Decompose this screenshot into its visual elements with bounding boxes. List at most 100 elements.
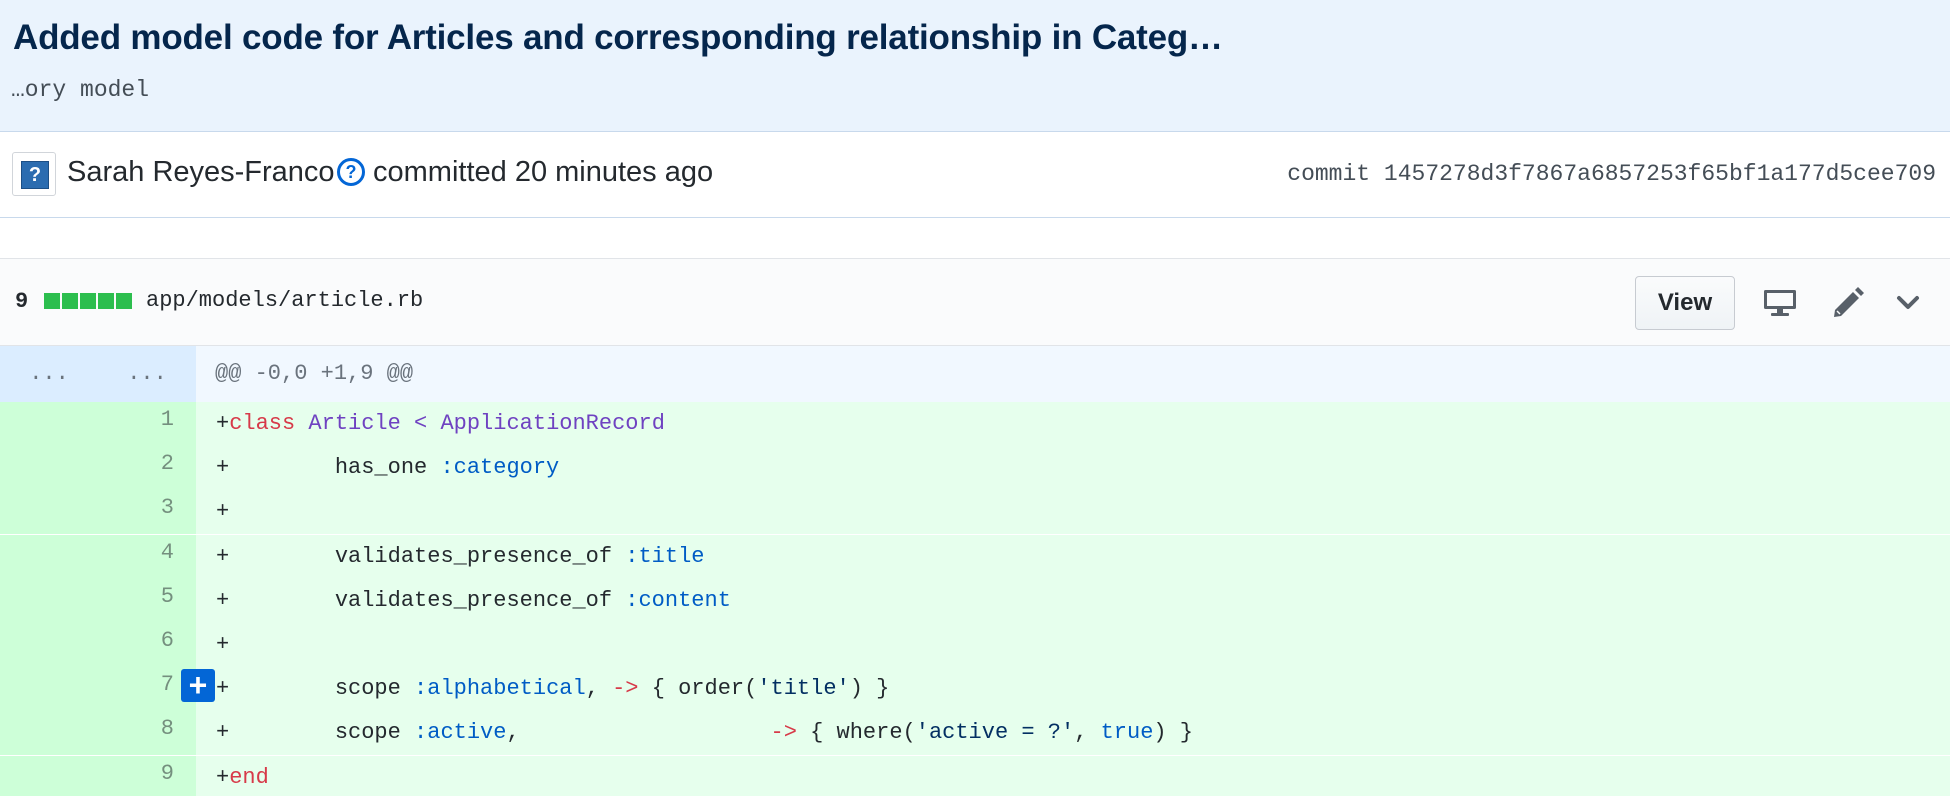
code-token: < bbox=[400, 411, 441, 436]
code-token: , bbox=[506, 720, 771, 746]
diff-code: + validates_presence_of :content bbox=[196, 578, 1950, 623]
diff-line: 8 + scope :active, -> { where('active = ?… bbox=[0, 711, 1950, 756]
old-line-number[interactable] bbox=[0, 667, 98, 712]
code-token: { order( bbox=[638, 676, 758, 702]
diff-line: 1 +class Article < ApplicationRecord bbox=[0, 402, 1950, 446]
old-line-number[interactable] bbox=[0, 623, 98, 667]
code-token: :title bbox=[625, 543, 705, 569]
code-token: true bbox=[1100, 720, 1154, 746]
file-path[interactable]: app/models/article.rb bbox=[146, 288, 423, 313]
new-line-number[interactable]: 8 bbox=[98, 711, 196, 756]
old-line-number[interactable] bbox=[0, 446, 98, 491]
expand-up-button[interactable]: ... bbox=[0, 346, 98, 402]
diffstat-block bbox=[44, 293, 60, 309]
avatar-placeholder-icon: ? bbox=[21, 161, 49, 189]
old-line-number[interactable] bbox=[0, 755, 98, 796]
code-token: 'active = ?' bbox=[915, 720, 1075, 746]
commit-sha[interactable]: 1457278d3f7867a6857253f65bf1a177d5cee709 bbox=[1384, 161, 1936, 187]
diff-line: 6 + bbox=[0, 623, 1950, 667]
diffstat-block bbox=[98, 293, 114, 309]
code-token: + bbox=[216, 587, 230, 613]
diffstat-block bbox=[116, 293, 132, 309]
view-file-button[interactable]: View bbox=[1635, 276, 1735, 330]
avatar[interactable]: ? bbox=[12, 152, 56, 196]
diff-line: 5 + validates_presence_of :content bbox=[0, 578, 1950, 623]
commit-meta: ? Sarah Reyes-Franco ? committed 20 minu… bbox=[0, 132, 1950, 218]
hunk-header: @@ -0,0 +1,9 @@ bbox=[196, 346, 1950, 402]
chevron-down-icon[interactable] bbox=[1890, 285, 1926, 319]
diff-code: + scope :alphabetical, -> { order('title… bbox=[196, 667, 1950, 712]
diff-table: ... ... @@ -0,0 +1,9 @@ 1 +class Article … bbox=[0, 346, 1950, 796]
old-line-number[interactable] bbox=[0, 490, 98, 535]
code-token: + bbox=[216, 499, 230, 525]
add-line-comment-button[interactable]: + bbox=[181, 669, 215, 702]
author-link[interactable]: Sarah Reyes-Franco bbox=[67, 156, 335, 189]
diff-line: 9 +end bbox=[0, 755, 1950, 796]
commit-sha-label: commit bbox=[1287, 161, 1371, 187]
diff-code: +class Article < ApplicationRecord bbox=[196, 402, 1950, 446]
code-token: ApplicationRecord bbox=[440, 411, 665, 436]
code-token: :category bbox=[440, 455, 560, 481]
code-token: + bbox=[216, 720, 230, 746]
old-line-number[interactable] bbox=[0, 534, 98, 579]
code-token: + bbox=[216, 411, 230, 436]
code-token: + bbox=[216, 455, 230, 481]
code-token: validates_presence_of bbox=[229, 587, 626, 613]
code-token: -> bbox=[612, 676, 639, 702]
commit-sha-block: commit 1457278d3f7867a6857253f65bf1a177d… bbox=[1287, 161, 1936, 187]
diff-line: 4 + validates_presence_of :title bbox=[0, 534, 1950, 579]
diff-code: + bbox=[196, 623, 1950, 667]
diff-code: + has_one :category bbox=[196, 446, 1950, 491]
code-token: ) } bbox=[1153, 720, 1194, 746]
diff-line: 7 + scope :alphabetical, -> { order('titl… bbox=[0, 667, 1950, 712]
code-token: { where( bbox=[796, 720, 916, 746]
code-token: 'title' bbox=[757, 676, 850, 702]
code-token: :content bbox=[625, 587, 731, 613]
hunk-header-row: ... ... @@ -0,0 +1,9 @@ bbox=[0, 346, 1950, 402]
spacer bbox=[0, 218, 1950, 258]
code-token: Article bbox=[308, 411, 401, 436]
diffstat-block bbox=[62, 293, 78, 309]
diffstat-block bbox=[80, 293, 96, 309]
code-token: , bbox=[585, 676, 613, 702]
help-icon[interactable]: ? bbox=[337, 158, 365, 186]
diff-line: 3 + bbox=[0, 490, 1950, 535]
code-token: + bbox=[216, 676, 230, 702]
code-token: ) } bbox=[849, 676, 890, 702]
commit-title-block: Added model code for Articles and corres… bbox=[0, 0, 1950, 132]
new-line-number[interactable]: 2 bbox=[98, 446, 196, 491]
code-token: + bbox=[216, 764, 230, 790]
display-icon[interactable] bbox=[1762, 285, 1798, 319]
old-line-number[interactable] bbox=[0, 711, 98, 756]
commit-description: …ory model bbox=[11, 77, 150, 103]
new-line-number[interactable]: 1 bbox=[98, 402, 196, 446]
code-token: validates_presence_of bbox=[229, 543, 626, 569]
commit-title: Added model code for Articles and corres… bbox=[13, 18, 1223, 57]
new-line-number[interactable]: 6 bbox=[98, 623, 196, 667]
code-token: + bbox=[216, 543, 230, 569]
commit-time: committed 20 minutes ago bbox=[373, 156, 714, 188]
code-token: :active bbox=[414, 720, 507, 746]
diffstat-bar bbox=[44, 293, 134, 309]
diff-code: + scope :active, -> { where('active = ?'… bbox=[196, 711, 1950, 756]
new-line-number[interactable]: 9 bbox=[98, 755, 196, 796]
pencil-icon[interactable] bbox=[1829, 285, 1865, 319]
new-line-number[interactable]: 3 bbox=[98, 490, 196, 535]
diff-code: +end bbox=[196, 755, 1950, 796]
old-line-number[interactable] bbox=[0, 402, 98, 446]
new-line-number[interactable]: 4 bbox=[98, 534, 196, 579]
code-token: end bbox=[229, 764, 269, 790]
diff-line: 2 + has_one :category bbox=[0, 446, 1950, 491]
code-token: class bbox=[229, 411, 296, 436]
old-line-number[interactable] bbox=[0, 578, 98, 623]
file-header: 9 app/models/article.rb View bbox=[0, 258, 1950, 346]
diffstat-count: 9 bbox=[15, 289, 29, 314]
code-token: :alphabetical bbox=[414, 676, 586, 702]
new-line-number[interactable]: 5 bbox=[98, 578, 196, 623]
code-token: has_one bbox=[229, 455, 441, 481]
code-token: scope bbox=[229, 676, 415, 702]
expand-down-button[interactable]: ... bbox=[98, 346, 196, 402]
code-token: scope bbox=[229, 720, 415, 746]
commit-page: Added model code for Articles and corres… bbox=[0, 0, 1950, 796]
